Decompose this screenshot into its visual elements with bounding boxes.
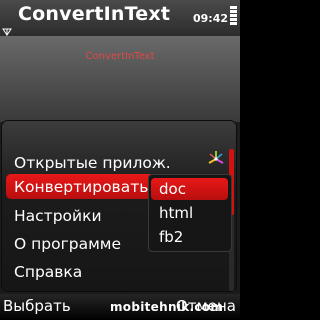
title-bar: ConvertInText 09:42 bbox=[0, 0, 240, 36]
gear-icon bbox=[208, 151, 224, 164]
menu-item-settings[interactable]: Настройки bbox=[14, 205, 102, 227]
signal-icon bbox=[2, 28, 12, 36]
content-area: ConvertInText bbox=[0, 36, 240, 122]
menu-item-help[interactable]: Справка bbox=[14, 261, 82, 283]
menu-item-convert[interactable]: Конвертировать bbox=[14, 176, 148, 198]
submenu-item-fb2[interactable]: fb2 bbox=[159, 226, 183, 248]
convert-submenu: doc html fb2 bbox=[148, 174, 232, 252]
clock: 09:42 bbox=[192, 12, 228, 25]
app-title: ConvertInText bbox=[18, 3, 171, 25]
submenu-item-html[interactable]: html bbox=[159, 202, 193, 224]
select-softkey[interactable]: Выбрать bbox=[3, 297, 71, 315]
content-label: ConvertInText bbox=[85, 51, 155, 62]
menu-item-open-apps[interactable]: Открытые прилож. bbox=[14, 152, 171, 174]
battery-icon bbox=[230, 6, 238, 30]
watermark: mobitehnik.com bbox=[110, 300, 224, 314]
menu-item-about[interactable]: О программе bbox=[14, 233, 121, 255]
phone-screen: ConvertInText 09:42 ConvertInText Открыт… bbox=[0, 0, 240, 320]
submenu-item-doc[interactable]: doc bbox=[159, 178, 186, 200]
